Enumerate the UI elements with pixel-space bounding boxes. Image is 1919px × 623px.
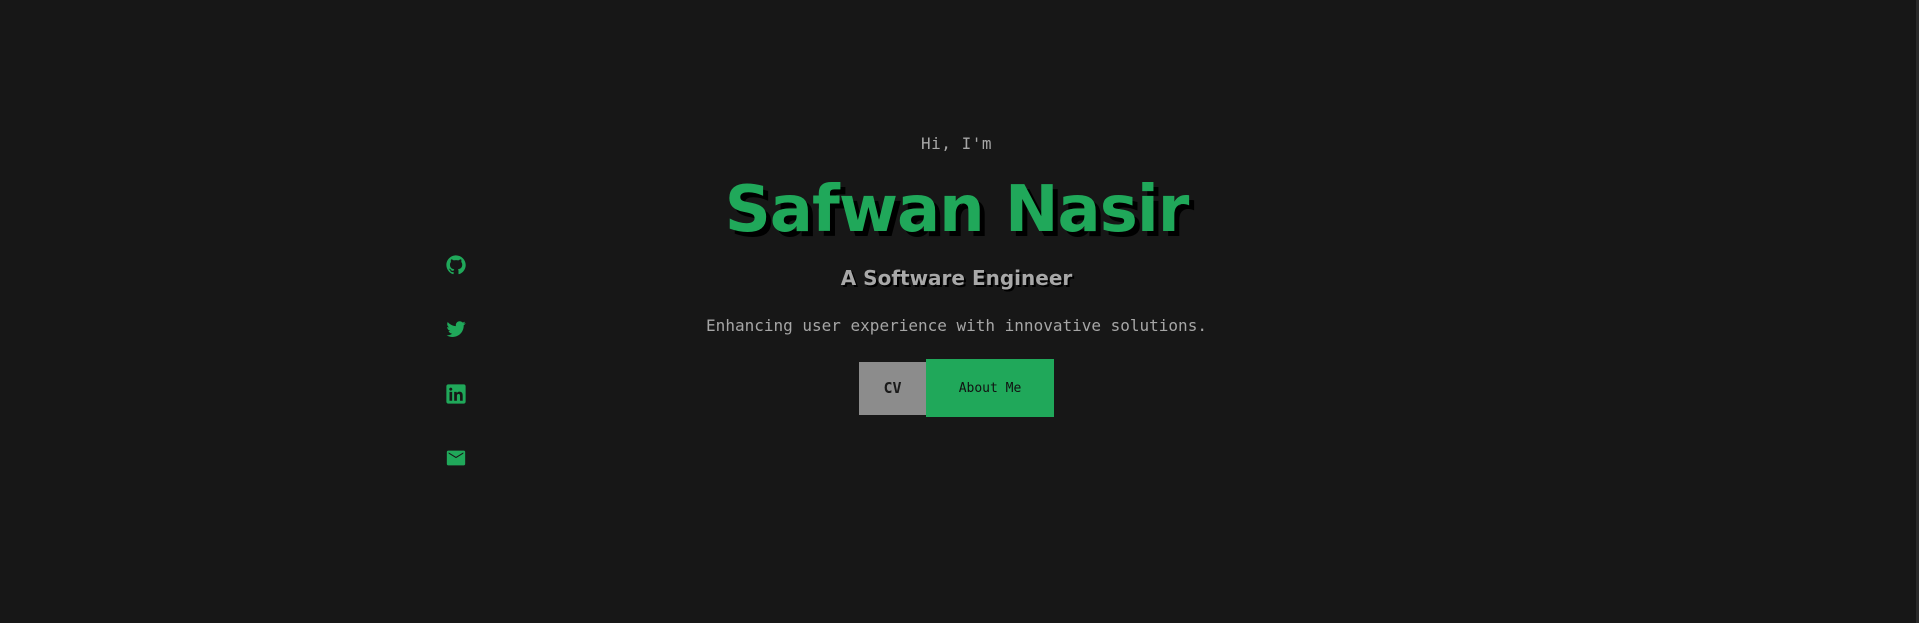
- hero-section: Hi, I'm Safwan Nasir A Software Engineer…: [0, 0, 1916, 623]
- greeting-text: Hi, I'm: [921, 134, 992, 153]
- tagline-text: Enhancing user experience with innovativ…: [706, 316, 1207, 335]
- email-link[interactable]: [443, 445, 469, 471]
- twitter-icon: [446, 321, 466, 337]
- twitter-link[interactable]: [443, 316, 469, 342]
- email-icon: [446, 450, 466, 466]
- linkedin-link[interactable]: [443, 381, 469, 407]
- about-me-button[interactable]: About Me: [926, 359, 1054, 417]
- cv-button[interactable]: CV: [859, 361, 926, 415]
- hero-name: Safwan Nasir: [724, 173, 1190, 247]
- role-subtitle: A Software Engineer: [840, 266, 1073, 290]
- hero-actions: CV About Me: [859, 359, 1054, 417]
- github-icon: [446, 255, 466, 275]
- github-link[interactable]: [443, 252, 469, 278]
- linkedin-icon: [446, 384, 466, 404]
